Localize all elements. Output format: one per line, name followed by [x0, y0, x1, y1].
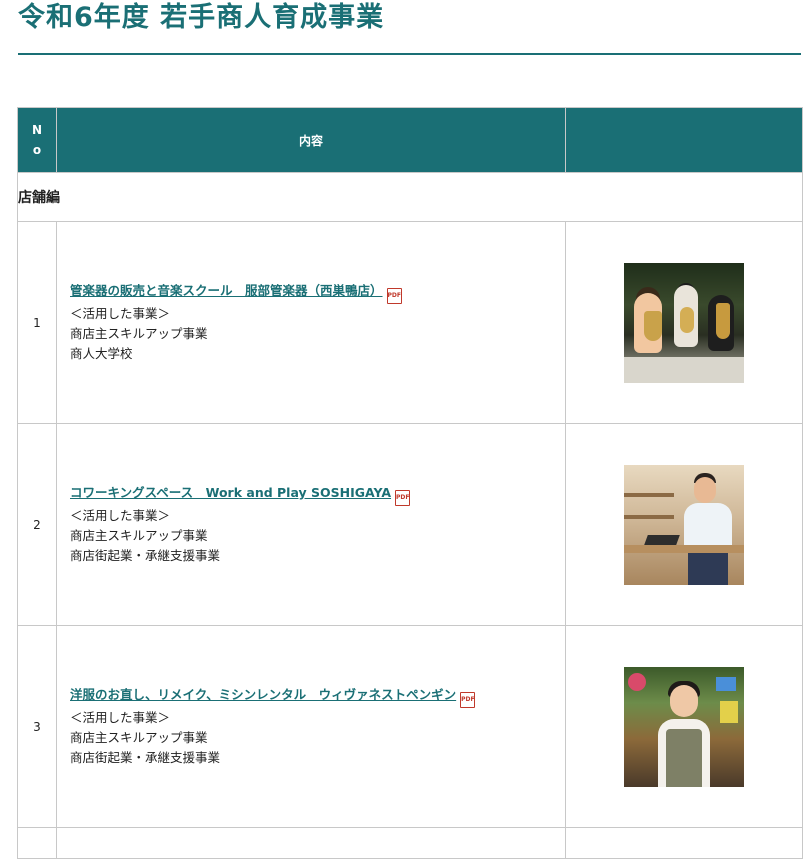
row-number: 3	[17, 625, 57, 828]
shop-link[interactable]: 洋服のお直し、リメイク、ミシンレンタル ウィヴァネストペンギン	[70, 687, 456, 702]
header-no-char-2: o	[32, 143, 42, 157]
row-image-cell	[565, 221, 803, 424]
pdf-icon[interactable]: PDF	[386, 288, 402, 304]
row-link-line: 洋服のお直し、リメイク、ミシンレンタル ウィヴァネストペンギン PDF	[70, 685, 565, 708]
table-row-partial	[17, 827, 803, 859]
row-link-line: 管楽器の販売と音楽スクール 服部管楽器（西巣鴨店） PDF	[70, 281, 565, 304]
header-no-char-1: N	[31, 123, 43, 137]
results-table: N o 内容 店舗編 1 管楽器の販売と音楽スクール 服部管楽器（西巣鴨店） PD…	[17, 107, 803, 859]
row-link-line: コワーキングスペース Work and Play SOSHIGAYA PDF	[70, 483, 565, 506]
pdf-icon[interactable]: PDF	[395, 490, 411, 506]
table-header-row: N o 内容	[17, 107, 803, 173]
row-content: 管楽器の販売と音楽スクール 服部管楽器（西巣鴨店） PDF ＜活用した事業＞ 商店…	[56, 221, 566, 424]
shop-link[interactable]: 管楽器の販売と音楽スクール 服部管楽器（西巣鴨店）	[70, 283, 383, 298]
shop-photo	[624, 262, 744, 383]
section-row: 店舗編	[17, 172, 803, 222]
pdf-icon[interactable]: PDF	[460, 692, 476, 708]
shop-photo	[624, 666, 744, 787]
row-text-line: 商店主スキルアップ事業	[70, 528, 208, 543]
row-content: コワーキングスペース Work and Play SOSHIGAYA PDF ＜活…	[56, 423, 566, 626]
row-text-line: 商店主スキルアップ事業	[70, 730, 208, 745]
shop-photo	[624, 464, 744, 585]
row-content: 洋服のお直し、リメイク、ミシンレンタル ウィヴァネストペンギン PDF ＜活用した…	[56, 625, 566, 828]
row-text-line: ＜活用した事業＞	[70, 710, 171, 725]
row-text-line: 商人大学校	[70, 346, 133, 361]
row-text-line: 商店街起業・承継支援事業	[70, 750, 221, 765]
row-number: 2	[17, 423, 57, 626]
row-image-cell	[565, 423, 803, 626]
row-text-line: ＜活用した事業＞	[70, 508, 171, 523]
header-image	[565, 107, 803, 173]
table-row: 1 管楽器の販売と音楽スクール 服部管楽器（西巣鴨店） PDF ＜活用した事業＞ …	[17, 221, 803, 424]
table-row: 3 洋服のお直し、リメイク、ミシンレンタル ウィヴァネストペンギン PDF ＜活用…	[17, 625, 803, 828]
row-number: 1	[17, 221, 57, 424]
section-label: 店舗編	[17, 172, 803, 222]
table-row: 2 コワーキングスペース Work and Play SOSHIGAYA PDF …	[17, 423, 803, 626]
shop-link[interactable]: コワーキングスペース Work and Play SOSHIGAYA	[70, 485, 391, 500]
row-image-cell	[565, 625, 803, 828]
header-content: 内容	[56, 107, 566, 173]
row-text-line: 商店街起業・承継支援事業	[70, 548, 221, 563]
title-divider	[18, 53, 801, 55]
page-title: 令和6年度 若手商人育成事業	[18, 2, 385, 33]
header-no: N o	[17, 107, 57, 173]
row-text-line: ＜活用した事業＞	[70, 306, 171, 321]
row-text-line: 商店主スキルアップ事業	[70, 326, 208, 341]
